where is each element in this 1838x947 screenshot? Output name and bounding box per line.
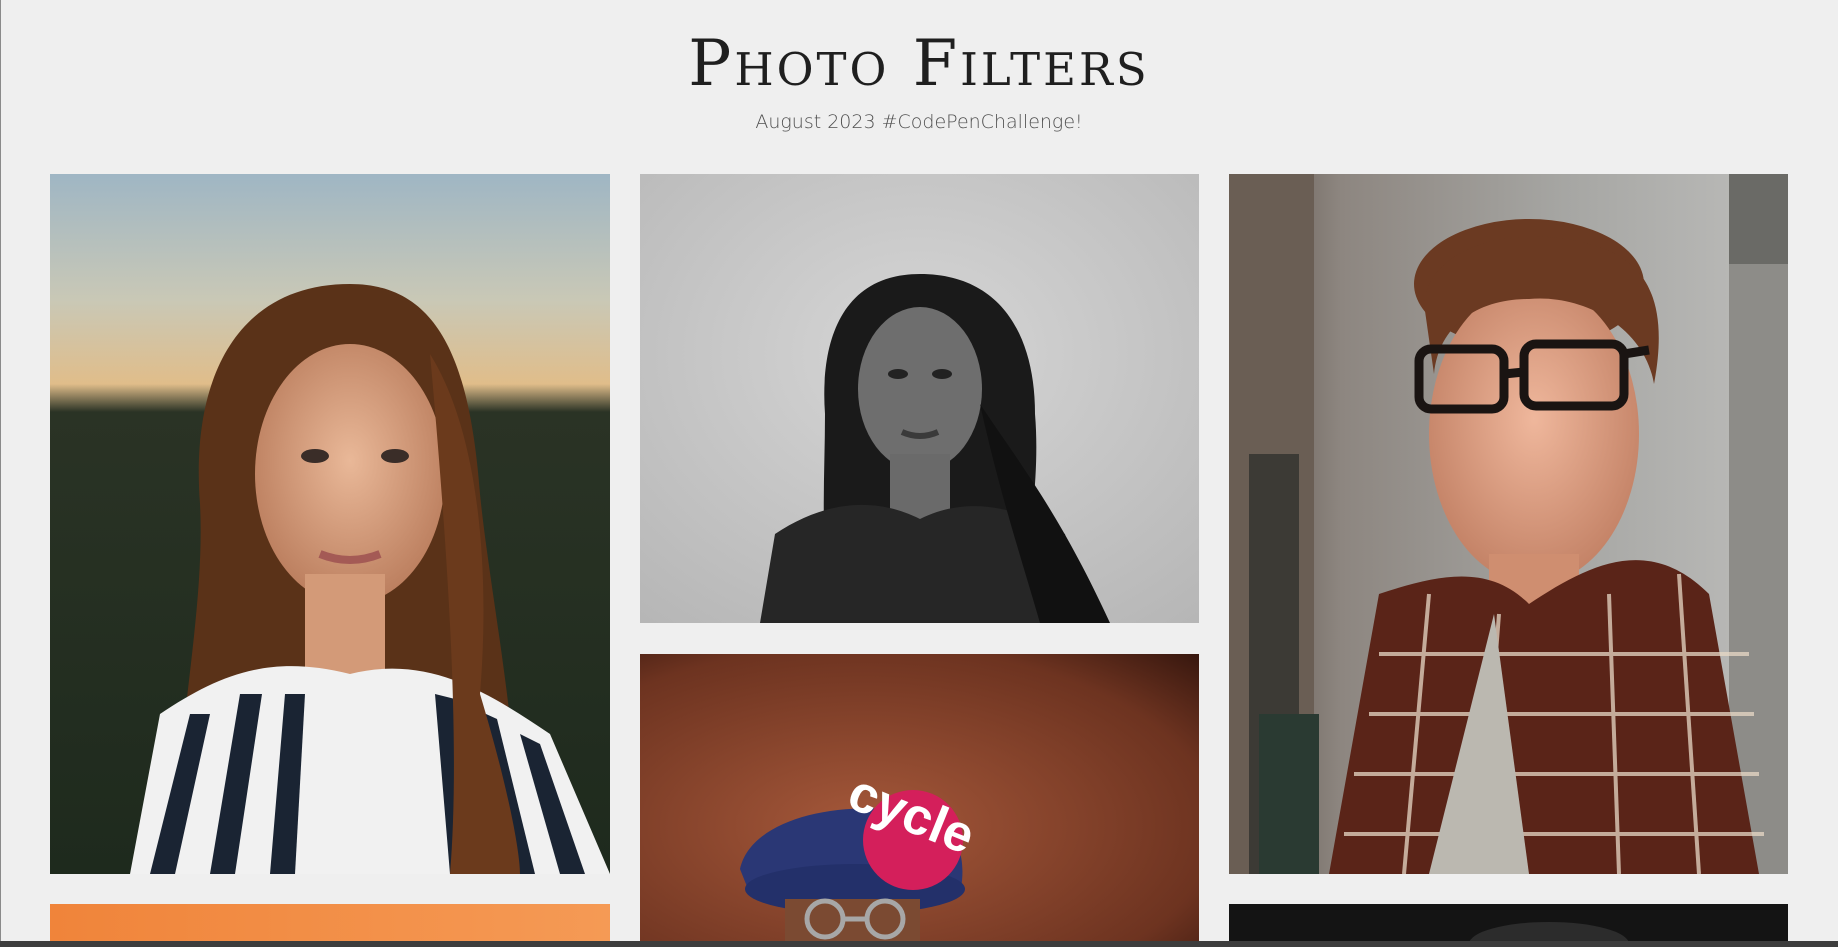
photo-card-5[interactable] <box>50 904 610 941</box>
photo-card-3[interactable] <box>1229 174 1788 874</box>
page-subtitle: August 2023 #CodePenChallenge! <box>755 111 1083 133</box>
photo-card-1[interactable] <box>50 174 610 874</box>
page-title: Photo Filters <box>688 27 1150 101</box>
portrait-photo-2 <box>640 174 1199 623</box>
portrait-photo-3 <box>1229 174 1788 874</box>
portrait-photo-6 <box>1229 904 1788 941</box>
portrait-photo-5 <box>50 904 610 941</box>
window-edge <box>0 0 1 947</box>
portrait-photo-1 <box>50 174 610 874</box>
photo-card-4[interactable]: cycle <box>640 654 1199 941</box>
photo-card-2[interactable] <box>640 174 1199 623</box>
photo-card-6[interactable] <box>1229 904 1788 941</box>
bottom-scroll-edge <box>0 941 1838 947</box>
